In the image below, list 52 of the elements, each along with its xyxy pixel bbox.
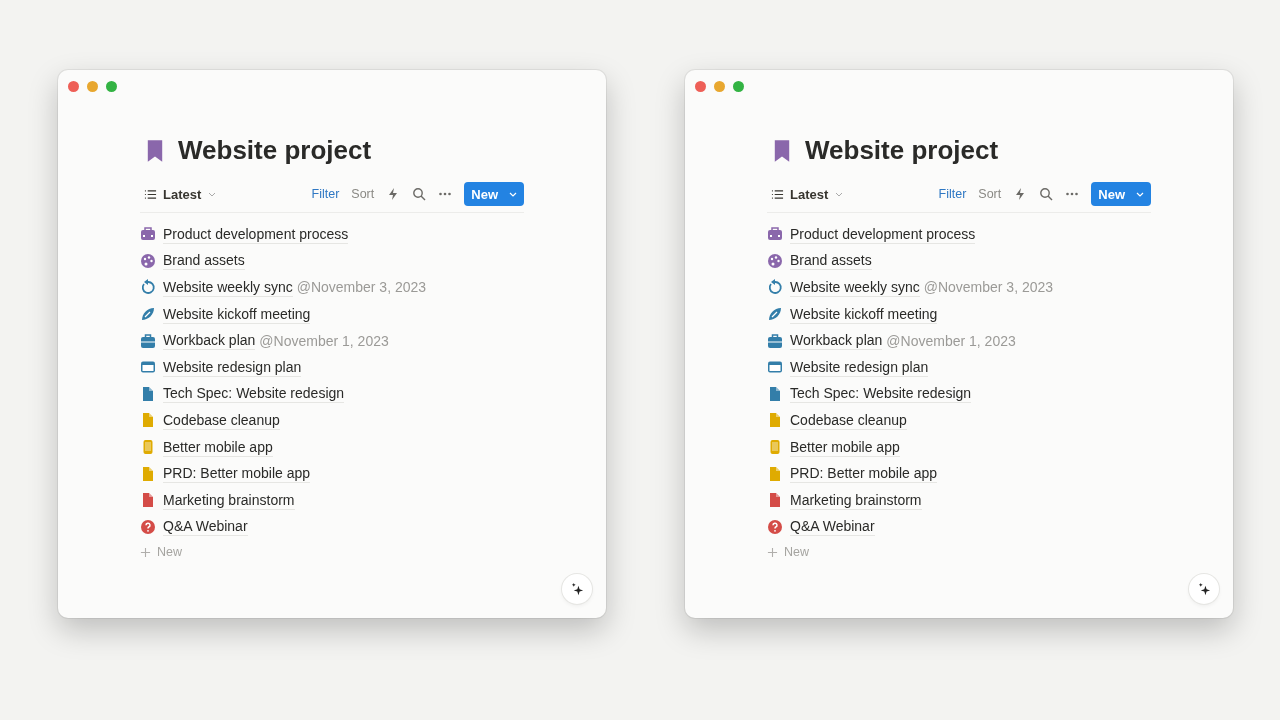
- page-link[interactable]: Tech Spec: Website redesign: [163, 384, 345, 404]
- date-mention: @November 3, 2023: [296, 279, 427, 296]
- plus-icon: [767, 546, 778, 558]
- sparkle-button[interactable]: [562, 574, 592, 604]
- page-title: Website project: [805, 135, 999, 166]
- date-mention: @November 1, 2023: [886, 332, 1016, 349]
- page-link[interactable]: Website kickoff meeting: [163, 304, 311, 324]
- view-tab[interactable]: Latest: [140, 186, 222, 202]
- zoom-button[interactable]: [106, 81, 117, 92]
- bookmark-icon: [773, 138, 791, 163]
- page-link[interactable]: Website weekly sync: [790, 278, 920, 297]
- plus-icon: [140, 546, 151, 558]
- zoom-button[interactable]: [733, 81, 744, 92]
- list-icon: [771, 187, 784, 201]
- close-button[interactable]: [695, 81, 706, 92]
- page-link[interactable]: Website kickoff meeting: [790, 304, 938, 324]
- bookmark-icon: [146, 138, 164, 163]
- filter-button[interactable]: Filter: [311, 187, 340, 201]
- page-link[interactable]: PRD: Better mobile app: [790, 464, 938, 484]
- page-link[interactable]: Marketing brainstorm: [790, 490, 922, 510]
- page-link[interactable]: Brand assets: [163, 251, 245, 271]
- list-icon: [144, 187, 157, 201]
- page-link[interactable]: Product development process: [790, 224, 976, 244]
- close-button[interactable]: [68, 81, 79, 92]
- page-link[interactable]: Q&A Webinar: [163, 517, 248, 537]
- page-link[interactable]: Product development process: [163, 224, 349, 244]
- new-button[interactable]: New: [464, 182, 524, 206]
- page-link[interactable]: Marketing brainstorm: [163, 490, 295, 510]
- search-icon[interactable]: [1039, 187, 1054, 201]
- page-link[interactable]: Q&A Webinar: [790, 517, 875, 537]
- page-link[interactable]: Codebase cleanup: [163, 410, 280, 430]
- page-title: Website project: [178, 135, 372, 166]
- new-button[interactable]: New: [1091, 182, 1151, 206]
- sparkle-button[interactable]: [1189, 574, 1219, 604]
- page-link[interactable]: PRD: Better mobile app: [163, 464, 311, 484]
- date-mention: @November 3, 2023: [923, 279, 1054, 296]
- sort-button[interactable]: Sort: [351, 187, 375, 201]
- page-link[interactable]: Better mobile app: [790, 437, 900, 457]
- page-link[interactable]: Codebase cleanup: [790, 410, 907, 430]
- page-link[interactable]: Brand assets: [790, 251, 872, 271]
- page-link[interactable]: Workback plan: [163, 331, 256, 351]
- sort-button[interactable]: Sort: [978, 187, 1002, 201]
- view-tab[interactable]: Latest: [767, 186, 849, 202]
- date-mention: @November 1, 2023: [259, 332, 389, 349]
- search-icon[interactable]: [412, 187, 427, 201]
- page-link[interactable]: Better mobile app: [163, 437, 273, 457]
- page-link[interactable]: Workback plan: [790, 331, 883, 351]
- page-link[interactable]: Website redesign plan: [790, 357, 929, 377]
- page-link[interactable]: Tech Spec: Website redesign: [790, 384, 972, 404]
- page-link[interactable]: Website weekly sync: [163, 278, 293, 297]
- page-link[interactable]: Website redesign plan: [163, 357, 302, 377]
- filter-button[interactable]: Filter: [938, 187, 967, 201]
